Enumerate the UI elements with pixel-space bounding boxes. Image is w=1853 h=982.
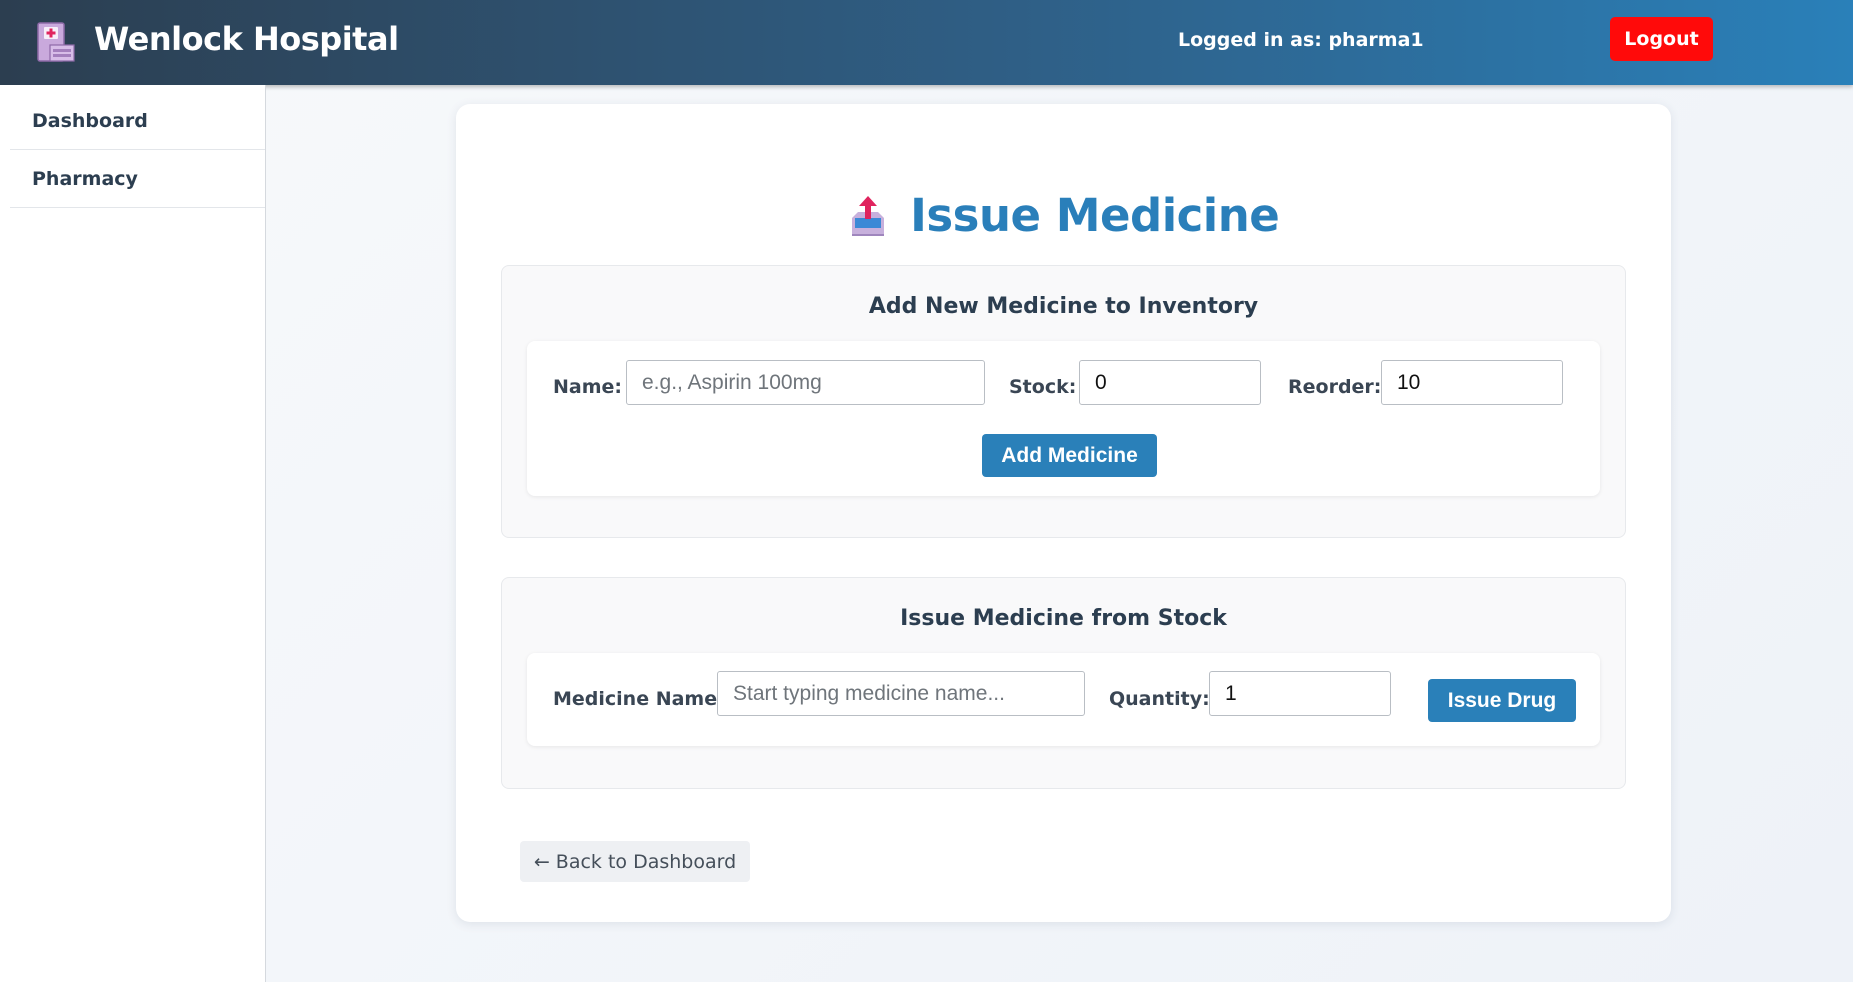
logged-in-user: Logged in as: pharma1 [1178, 29, 1424, 51]
name-label: Name: [553, 376, 623, 398]
reorder-label: Reorder: [1288, 376, 1382, 398]
main-card: Issue Medicine Add New Medicine to Inven… [456, 104, 1671, 922]
issue-drug-button[interactable]: Issue Drug [1428, 679, 1576, 722]
sidebar-item-dashboard[interactable]: Dashboard [10, 92, 265, 150]
quantity-input[interactable] [1209, 671, 1391, 716]
hospital-icon [37, 22, 75, 62]
reorder-input[interactable] [1381, 360, 1563, 405]
sidebar-item-pharmacy[interactable]: Pharmacy [10, 150, 265, 208]
stock-label: Stock: [1009, 376, 1077, 398]
back-to-dashboard-button[interactable]: ← Back to Dashboard [520, 841, 750, 882]
medicine-name-label: Medicine Name: [553, 688, 725, 710]
page-header: Issue Medicine [456, 189, 1671, 259]
issue-medicine-form: Medicine Name: Quantity: Issue Drug [527, 653, 1600, 746]
issue-medicine-heading: Issue Medicine from Stock [900, 606, 1227, 631]
app-title: Wenlock Hospital [94, 20, 399, 58]
add-medicine-section: Add New Medicine to Inventory Name: Stoc… [501, 265, 1626, 538]
sidebar: Dashboard Pharmacy [0, 85, 266, 982]
stock-input[interactable] [1079, 360, 1261, 405]
medicine-name-input[interactable] [626, 360, 985, 405]
medicine-search-input[interactable] [717, 671, 1085, 716]
add-medicine-heading: Add New Medicine to Inventory [868, 294, 1259, 319]
issue-medicine-section: Issue Medicine from Stock Medicine Name:… [501, 577, 1626, 789]
page-title: Issue Medicine [910, 189, 1280, 242]
add-medicine-form: Name: Stock: Reorder: Add Medicine [527, 341, 1600, 496]
logout-button[interactable]: Logout [1610, 17, 1713, 61]
quantity-label: Quantity: [1109, 688, 1210, 710]
outbox-tray-icon [851, 195, 884, 236]
top-navbar: Wenlock Hospital Logged in as: pharma1 L… [0, 0, 1853, 85]
add-medicine-button[interactable]: Add Medicine [982, 434, 1157, 477]
